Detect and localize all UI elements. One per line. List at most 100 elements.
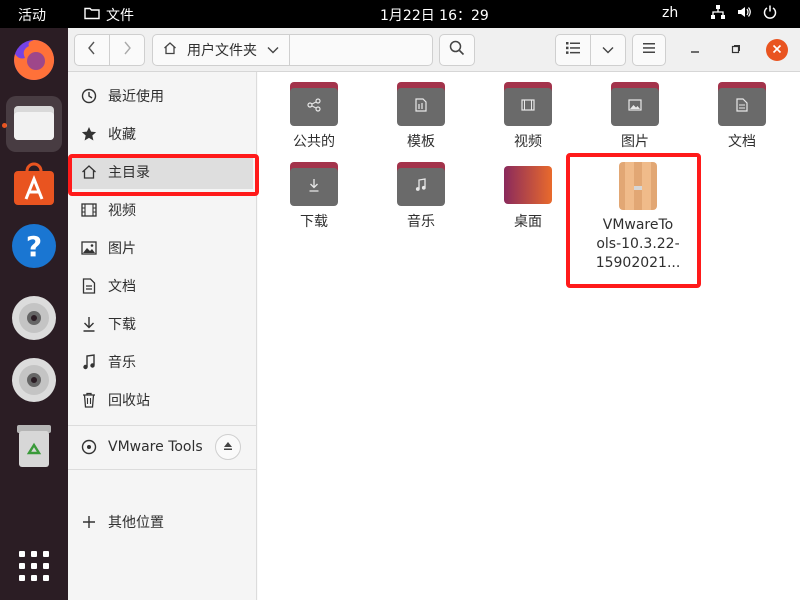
dock-help[interactable]: ?	[6, 220, 62, 276]
file-item-label: VMwareTo ols-10.3.22- 15902021...	[585, 216, 691, 273]
eject-button[interactable]	[215, 434, 241, 460]
chevron-down-icon	[602, 42, 614, 58]
top-bar: 活动 文件 1月22日 16：29 zh	[0, 0, 800, 28]
file-item[interactable]: 文档	[692, 82, 792, 152]
list-view-icon	[565, 41, 581, 59]
header-bar: 用户文件夹	[68, 28, 800, 72]
plus-icon	[80, 513, 98, 531]
music-icon	[80, 353, 98, 371]
path-bar[interactable]: 用户文件夹	[152, 34, 433, 66]
sidebar-item-label: 文档	[108, 279, 136, 295]
sidebar-item-label: 下载	[108, 317, 136, 333]
search-button[interactable]	[439, 34, 475, 66]
sidebar-item-music[interactable]: 音乐	[72, 345, 253, 379]
sidebar-item-other-locations[interactable]: 其他位置	[72, 505, 253, 539]
folder-icon	[504, 82, 552, 126]
image-icon	[80, 239, 98, 257]
folder-icon	[84, 6, 100, 24]
input-method-indicator[interactable]: zh	[662, 5, 678, 21]
file-item-label: 图片	[621, 134, 649, 150]
sidebar-item-recent[interactable]: 最近使用	[72, 79, 253, 113]
minimize-button[interactable]	[684, 39, 706, 61]
chevron-left-icon	[87, 41, 97, 59]
sidebar-item-documents[interactable]: 文档	[72, 269, 253, 303]
trash-icon	[14, 423, 54, 473]
sidebar-item-pictures[interactable]: 图片	[72, 231, 253, 265]
back-button[interactable]	[74, 34, 110, 66]
download-icon	[308, 178, 320, 196]
chevron-down-icon	[267, 42, 279, 58]
folder-icon	[290, 82, 338, 126]
sidebar-item-videos[interactable]: 视频	[72, 193, 253, 227]
folder-icon	[290, 162, 338, 206]
dock-files[interactable]	[6, 96, 62, 152]
file-item[interactable]: 音乐	[371, 162, 471, 232]
breadcrumb-home[interactable]: 用户文件夹	[153, 35, 290, 65]
clock[interactable]: 1月22日 16：29	[380, 5, 489, 25]
firefox-icon	[12, 38, 56, 86]
sidebar-item-home[interactable]: 主目录	[72, 155, 253, 189]
folder-icon	[397, 82, 445, 126]
sidebar-item-label: 最近使用	[108, 89, 164, 105]
file-item[interactable]: 桌面	[478, 162, 578, 232]
file-view: 公共的 模板 视频 图片 文档 下载 音乐 桌面 VMwareTo ols-10…	[258, 72, 800, 600]
file-item-label: 公共的	[293, 134, 335, 150]
eject-icon	[223, 439, 233, 455]
file-item-label: 音乐	[407, 214, 435, 230]
trash-icon	[80, 391, 98, 409]
sidebar-item-trash[interactable]: 回收站	[72, 383, 253, 417]
sidebar-item-vmware-tools[interactable]: VMware Tools	[72, 430, 253, 464]
sidebar-item-label: VMware Tools	[108, 439, 203, 455]
view-options-button[interactable]	[590, 34, 626, 66]
chevron-right-icon	[122, 41, 132, 59]
sidebar-item-starred[interactable]: 收藏	[72, 117, 253, 151]
file-item-label: 文档	[728, 134, 756, 150]
file-item[interactable]: 模板	[371, 82, 471, 152]
activities-button[interactable]: 活动	[18, 5, 46, 25]
dock-disc-1[interactable]	[6, 292, 62, 348]
hamburger-menu-icon	[642, 42, 656, 58]
sidebar-item-label: 回收站	[108, 393, 150, 409]
share-icon	[307, 98, 321, 116]
main-menu-button[interactable]	[632, 34, 666, 66]
app-menu[interactable]: 文件	[84, 5, 134, 25]
star-icon	[80, 125, 98, 143]
svg-text:?: ?	[26, 230, 42, 263]
template-icon	[414, 98, 428, 116]
dock-disc-2[interactable]	[6, 354, 62, 410]
files-icon	[13, 103, 55, 145]
folder-icon	[718, 82, 766, 126]
sidebar-item-downloads[interactable]: 下载	[72, 307, 253, 341]
maximize-button[interactable]	[725, 39, 747, 61]
video-icon	[80, 201, 98, 219]
minimize-icon	[690, 42, 700, 58]
forward-button[interactable]	[109, 34, 145, 66]
network-icon	[710, 4, 726, 24]
search-icon	[449, 40, 465, 60]
file-item[interactable]: 公共的	[264, 82, 364, 152]
dock-trash[interactable]	[6, 420, 62, 476]
dock-software[interactable]	[6, 158, 62, 214]
dock-app-grid[interactable]	[6, 540, 62, 596]
volume-icon	[736, 4, 752, 24]
clock-icon	[80, 87, 98, 105]
file-item-vmwaretools-archive[interactable]: VMwareTo ols-10.3.22- 15902021...	[585, 162, 691, 273]
app-grid-icon	[18, 550, 50, 586]
video-icon	[521, 99, 535, 115]
maximize-icon	[731, 42, 741, 58]
dock-firefox[interactable]	[6, 34, 62, 90]
disc-icon	[80, 438, 98, 456]
close-button[interactable]	[766, 39, 788, 61]
power-icon	[762, 4, 778, 24]
software-store-icon	[12, 161, 56, 211]
image-icon	[628, 99, 642, 115]
system-tray[interactable]	[710, 3, 778, 25]
files-window: 用户文件夹 最近使用 收藏 主目录 视频 图片 文档 下载 音乐 回收站 VMw…	[68, 28, 800, 600]
file-item[interactable]: 图片	[585, 82, 685, 152]
home-icon	[80, 163, 98, 181]
file-item[interactable]: 下载	[264, 162, 364, 232]
file-item-label: 视频	[514, 134, 542, 150]
view-toggle-button[interactable]	[555, 34, 591, 66]
file-item-label: 模板	[407, 134, 435, 150]
file-item[interactable]: 视频	[478, 82, 578, 152]
